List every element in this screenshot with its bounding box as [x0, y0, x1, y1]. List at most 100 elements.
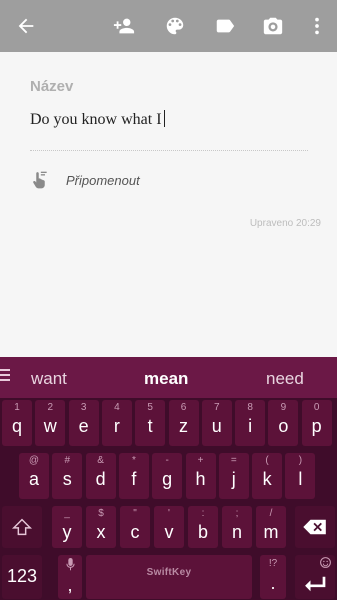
- suggestion-center[interactable]: mean: [144, 369, 188, 389]
- space-key[interactable]: SwiftKey: [86, 555, 252, 599]
- comma-key[interactable]: ,: [58, 555, 82, 599]
- key-hint: =: [230, 455, 237, 466]
- key-c[interactable]: " c: [120, 506, 150, 548]
- key-label: j: [231, 469, 236, 489]
- key-w[interactable]: 2w: [35, 400, 66, 446]
- key-a[interactable]: @ a: [19, 453, 49, 499]
- add-collaborator-icon[interactable]: [106, 8, 142, 44]
- key-n[interactable]: ; n: [222, 506, 252, 548]
- key-h[interactable]: + h: [185, 453, 216, 499]
- key-hint: 5: [147, 402, 153, 413]
- back-arrow-icon[interactable]: [8, 8, 44, 44]
- key-hint: ': [168, 508, 170, 519]
- period-key[interactable]: !? .: [260, 555, 286, 599]
- key-z[interactable]: 6z: [168, 400, 199, 446]
- key-hint: 6: [180, 402, 187, 413]
- key-hint: -: [165, 455, 169, 466]
- key-label: n: [231, 522, 242, 542]
- key-label: x: [96, 522, 106, 542]
- more-vertical-icon[interactable]: [299, 8, 335, 44]
- key-i[interactable]: 8i: [235, 400, 266, 446]
- key-b[interactable]: :b: [188, 506, 218, 548]
- key-hint: 3: [80, 402, 87, 413]
- microphone-icon: [66, 558, 75, 571]
- key-d[interactable]: & d: [85, 453, 116, 499]
- shift-key[interactable]: [2, 506, 42, 548]
- camera-icon[interactable]: [255, 8, 291, 44]
- note-body-field[interactable]: Do you know what I: [30, 110, 165, 129]
- key-hint: 2: [47, 402, 54, 413]
- key-t[interactable]: 5t: [135, 400, 166, 446]
- key-hint: ): [298, 455, 303, 466]
- key-hint: 4: [114, 402, 120, 413]
- key-r[interactable]: 4r: [101, 400, 132, 446]
- hand-pointer-icon: [33, 171, 47, 189]
- key-label: c: [130, 522, 140, 542]
- key-e[interactable]: 3e: [68, 400, 99, 446]
- key-label: z: [179, 416, 188, 436]
- key-label: g: [162, 469, 173, 489]
- key-hint: /: [269, 508, 273, 519]
- note-title-field[interactable]: Název: [30, 78, 73, 95]
- key-o[interactable]: 9o: [268, 400, 299, 446]
- key-l[interactable]: ) l: [285, 453, 316, 499]
- suggestion-bar: want mean need: [0, 357, 337, 398]
- enter-key[interactable]: [295, 555, 335, 599]
- key-label: i: [248, 416, 253, 436]
- key-label: k: [262, 469, 272, 489]
- key-hint: 7: [214, 402, 220, 413]
- key-k[interactable]: (k: [252, 453, 283, 499]
- key-p[interactable]: 0p: [301, 400, 332, 446]
- key-j[interactable]: = j: [218, 453, 249, 499]
- key-label: f: [131, 469, 137, 489]
- screen: { "toolbar": { "icons": ["back-arrow-ico…: [0, 0, 337, 600]
- key-hint: (: [265, 455, 269, 466]
- key-f[interactable]: * f: [118, 453, 149, 499]
- edited-timestamp: Upraveno 20:29: [249, 218, 321, 229]
- swiftkey-keyboard: want mean need 123 , SwiftKey !? . 1 q 2…: [0, 357, 337, 600]
- key-hint: 8: [247, 402, 253, 413]
- palette-icon[interactable]: [157, 8, 193, 44]
- key-g[interactable]: -g: [152, 453, 183, 499]
- key-label: h: [195, 469, 206, 489]
- swiftkey-brand: SwiftKey: [146, 567, 192, 578]
- key-label: o: [278, 416, 289, 436]
- text-cursor: [163, 110, 165, 127]
- suggestion-right[interactable]: need: [266, 369, 304, 389]
- key-hint: ": [133, 508, 137, 519]
- label-icon[interactable]: [207, 8, 243, 44]
- key-label: p: [311, 416, 322, 436]
- note-editor: Název Do you know what I Připomenout Upr…: [0, 52, 337, 357]
- key-hint: *: [131, 455, 136, 466]
- menu-icon[interactable]: [0, 369, 12, 385]
- key-hint: $: [98, 508, 104, 519]
- key-label: u: [211, 416, 222, 436]
- key-y[interactable]: _ y: [52, 506, 82, 548]
- key-label: s: [62, 469, 72, 489]
- reminder-button[interactable]: Připomenout: [30, 168, 230, 192]
- key-x[interactable]: $ x: [86, 506, 116, 548]
- key-s[interactable]: # s: [52, 453, 83, 499]
- numbers-key[interactable]: 123: [2, 555, 42, 599]
- divider: [30, 150, 308, 151]
- key-hint: 0: [313, 402, 320, 413]
- key-label: q: [11, 416, 22, 436]
- key-hint: #: [64, 455, 71, 466]
- key-hint: @: [28, 455, 40, 466]
- key-label: a: [28, 469, 39, 489]
- key-u[interactable]: 7u: [201, 400, 232, 446]
- key-m[interactable]: / m: [256, 506, 286, 548]
- key-label: b: [197, 522, 208, 542]
- key-label: t: [147, 416, 153, 436]
- key-v[interactable]: ' v: [154, 506, 184, 548]
- suggestion-left[interactable]: want: [31, 369, 67, 389]
- key-q[interactable]: 1q: [2, 400, 32, 446]
- key-label: y: [62, 522, 72, 542]
- key-label: r: [113, 416, 120, 436]
- backspace-key[interactable]: [295, 506, 335, 548]
- key-label: e: [78, 416, 89, 436]
- key-label: v: [164, 522, 174, 542]
- key-hint: &: [97, 455, 104, 466]
- key-hint: 9: [280, 402, 287, 413]
- key-hint: _: [64, 508, 70, 519]
